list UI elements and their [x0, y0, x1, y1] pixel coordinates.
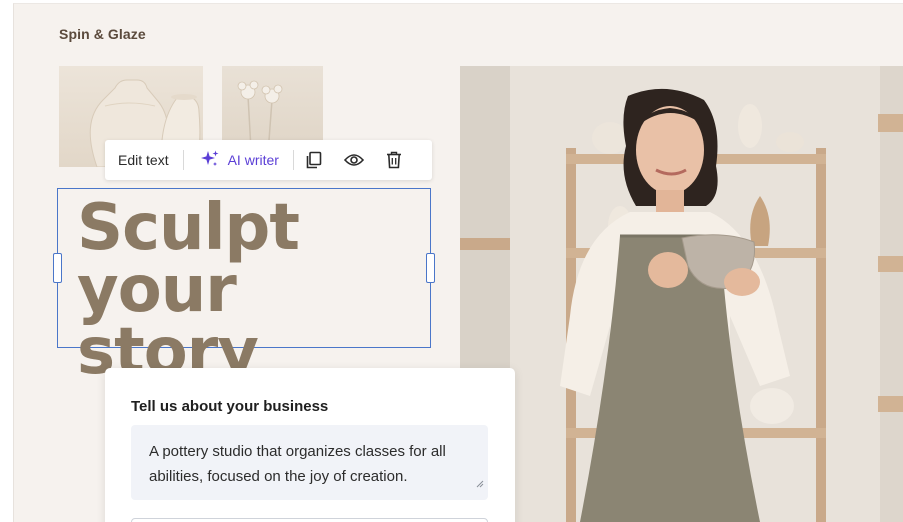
site-brand-name[interactable]: Spin & Glaze	[59, 26, 146, 42]
text-edit-toolbar: Edit text AI writer	[105, 140, 432, 180]
duplicate-icon	[305, 151, 323, 169]
trash-icon	[386, 151, 402, 169]
potter-illustration	[460, 66, 903, 522]
headline-selection-box[interactable]: Sculpt your story	[53, 188, 435, 384]
duplicate-button[interactable]	[294, 140, 334, 180]
visibility-toggle-button[interactable]	[334, 140, 374, 180]
hero-headline[interactable]: Sculpt your story	[77, 196, 430, 384]
resize-grip-icon[interactable]	[476, 471, 484, 496]
ai-writer-label: AI writer	[227, 152, 279, 168]
business-description-text: A pottery studio that organizes classes …	[149, 443, 446, 485]
edit-text-button[interactable]: Edit text	[105, 140, 183, 180]
ai-writer-button[interactable]: AI writer	[184, 140, 293, 180]
delete-button[interactable]	[374, 140, 414, 180]
business-description-input[interactable]: A pottery studio that organizes classes …	[131, 425, 488, 500]
potter-hero-image[interactable]	[460, 66, 903, 522]
edit-text-label: Edit text	[118, 152, 169, 168]
eye-icon	[343, 153, 364, 167]
website-canvas: Spin & Glaze Edit text AI writer Sculpt …	[13, 3, 903, 522]
business-description-label: Tell us about your business	[131, 398, 329, 415]
next-form-field[interactable]	[131, 518, 488, 522]
sparkles-icon	[200, 149, 220, 172]
resize-handle-left[interactable]	[53, 253, 62, 283]
business-info-card: Tell us about your business A pottery st…	[105, 368, 515, 522]
